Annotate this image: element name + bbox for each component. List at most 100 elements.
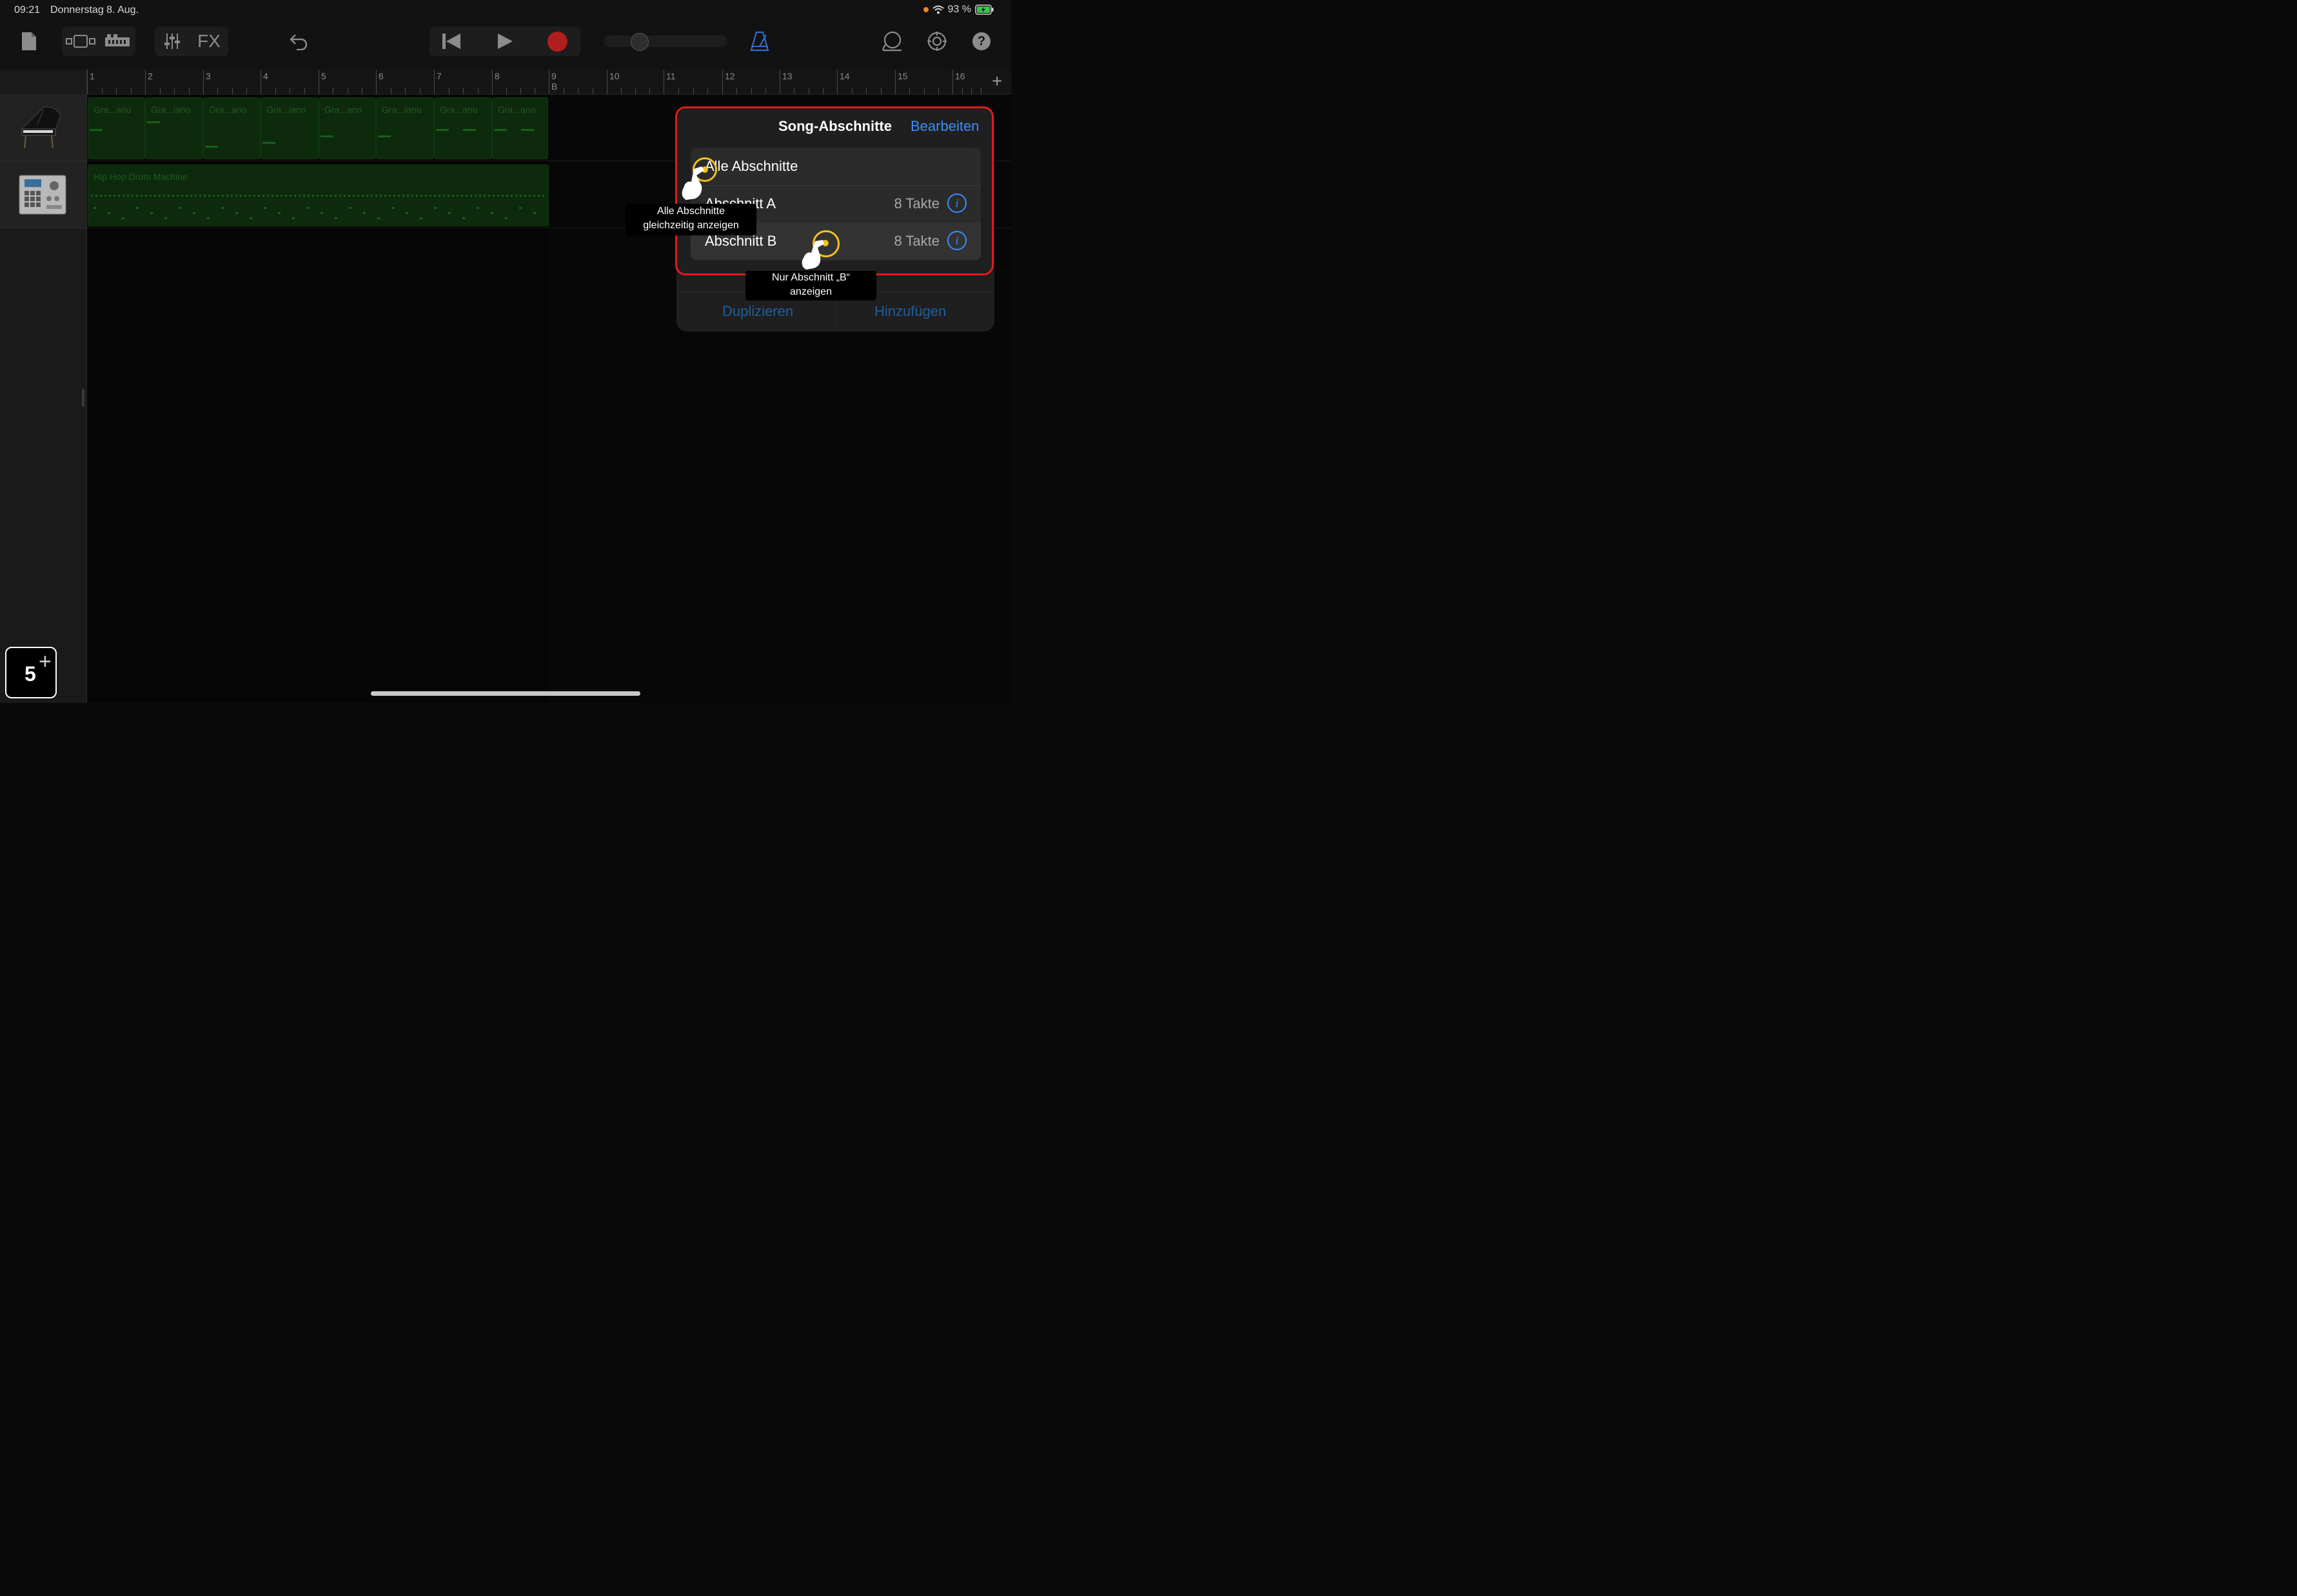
midi-note [521, 129, 534, 131]
home-indicator[interactable] [371, 691, 640, 696]
tracks-view-icon[interactable] [66, 35, 95, 48]
piano-region[interactable]: Gra...ano [492, 97, 548, 159]
help-icon[interactable]: ? [972, 32, 991, 50]
instrument-view-icon[interactable] [104, 34, 130, 49]
drum-hit [312, 195, 314, 197]
drum-hit [462, 217, 465, 219]
piano-region[interactable]: Gra...iano [145, 97, 203, 159]
bar-number: 10 [609, 71, 620, 81]
drum-hit [177, 195, 179, 197]
drum-region[interactable]: Hip Hop Drum Machine [88, 164, 549, 226]
drum-hit [118, 195, 120, 197]
fx-button[interactable]: FX [195, 26, 223, 56]
add-button[interactable]: Hinzufügen [874, 303, 946, 320]
drum-hit [448, 195, 449, 197]
drum-hit [267, 195, 269, 197]
ruler-tick [765, 88, 766, 94]
drum-hit [204, 195, 206, 197]
drum-hit [172, 195, 174, 197]
ruler-tick [866, 88, 867, 94]
resize-handle[interactable] [82, 389, 84, 407]
drum-hit [262, 195, 264, 197]
track-header-piano[interactable] [0, 94, 86, 161]
drum-hit [231, 195, 233, 197]
drum-hit [249, 195, 251, 197]
drum-hit [113, 195, 115, 197]
play-icon[interactable] [497, 33, 513, 50]
drum-hit [538, 195, 540, 197]
drum-hit [529, 195, 531, 197]
record-button[interactable] [547, 32, 567, 52]
piano-region[interactable]: Gra...ano [203, 97, 261, 159]
drum-hit [306, 206, 309, 209]
rewind-icon[interactable] [441, 33, 462, 50]
mixer-fx-group: FX [155, 26, 228, 56]
status-right: 93 % [923, 4, 994, 15]
drum-hit [362, 195, 364, 197]
drum-hit [132, 195, 133, 197]
drum-hit [100, 195, 102, 197]
timeline-ruler[interactable]: 1 2 3 4 5 6 7 8 9 B 10 11 12 13 14 15 16 [87, 70, 1011, 95]
ruler-tick [649, 88, 650, 94]
track-header-drums[interactable] [0, 161, 86, 228]
metronome-icon[interactable] [750, 31, 769, 52]
drum-hit [479, 195, 481, 197]
ruler-tick [174, 88, 175, 94]
bar-number: 11 [666, 71, 676, 81]
duplicate-button[interactable]: Duplizieren [722, 303, 793, 320]
bar-marker: 12 [722, 70, 735, 94]
settings-gear-icon[interactable] [927, 31, 947, 52]
ruler-tick [961, 88, 963, 94]
drum-hit [186, 195, 188, 197]
loop-browser-icon[interactable] [881, 31, 903, 52]
drum-hit [452, 195, 454, 197]
document-icon[interactable] [21, 31, 37, 52]
drum-hit [253, 195, 255, 197]
drum-hit [377, 217, 380, 219]
ruler-tick [851, 88, 853, 94]
drum-hit [108, 212, 110, 214]
drum-hit [123, 195, 124, 197]
bar-number: 1 [90, 71, 95, 81]
piano-region[interactable]: Gra...iano [261, 97, 319, 159]
callout-line: Nur Abschnitt „B“ [772, 272, 850, 283]
midi-note [378, 135, 391, 137]
drum-hit [398, 195, 400, 197]
drum-hit [294, 195, 296, 197]
drum-hit [317, 195, 319, 197]
drum-hit [193, 212, 195, 214]
piano-region[interactable]: Gra...ano [88, 97, 145, 159]
drum-hit [477, 206, 479, 209]
ruler-tick [938, 88, 939, 94]
add-section-button[interactable]: + [992, 71, 1002, 92]
callout-section-b: Nur Abschnitt „B“ anzeigen [745, 271, 876, 300]
midi-note [90, 129, 103, 131]
midi-note [320, 135, 333, 137]
drum-hit [250, 217, 252, 219]
undo-icon[interactable] [289, 32, 308, 50]
drum-hit [520, 195, 522, 197]
bar-number: 15 [898, 71, 908, 81]
drum-hit [207, 217, 210, 219]
drum-hit [109, 195, 111, 197]
drum-hit [292, 217, 295, 219]
drum-hit [470, 195, 472, 197]
piano-region[interactable]: Gra...iano [376, 97, 434, 159]
toolbar: FX ? [0, 21, 1011, 70]
volume-knob[interactable] [631, 33, 649, 51]
drum-hit [285, 195, 287, 197]
mixer-icon[interactable] [164, 33, 181, 50]
ruler-tick [880, 88, 882, 94]
bar-number: 12 [725, 71, 735, 81]
drum-hit [127, 195, 129, 197]
drum-hit [339, 195, 341, 197]
step-counter: 5 + [5, 647, 57, 698]
volume-slider[interactable] [604, 33, 727, 51]
bar-number: 14 [840, 71, 850, 81]
drum-hit [375, 195, 377, 197]
piano-region[interactable]: Gra...ano [319, 97, 376, 159]
drum-hit [136, 195, 138, 197]
bar-number: 16 [955, 71, 965, 81]
drum-hit [411, 195, 413, 197]
piano-region[interactable]: Gra...ano [434, 97, 492, 159]
